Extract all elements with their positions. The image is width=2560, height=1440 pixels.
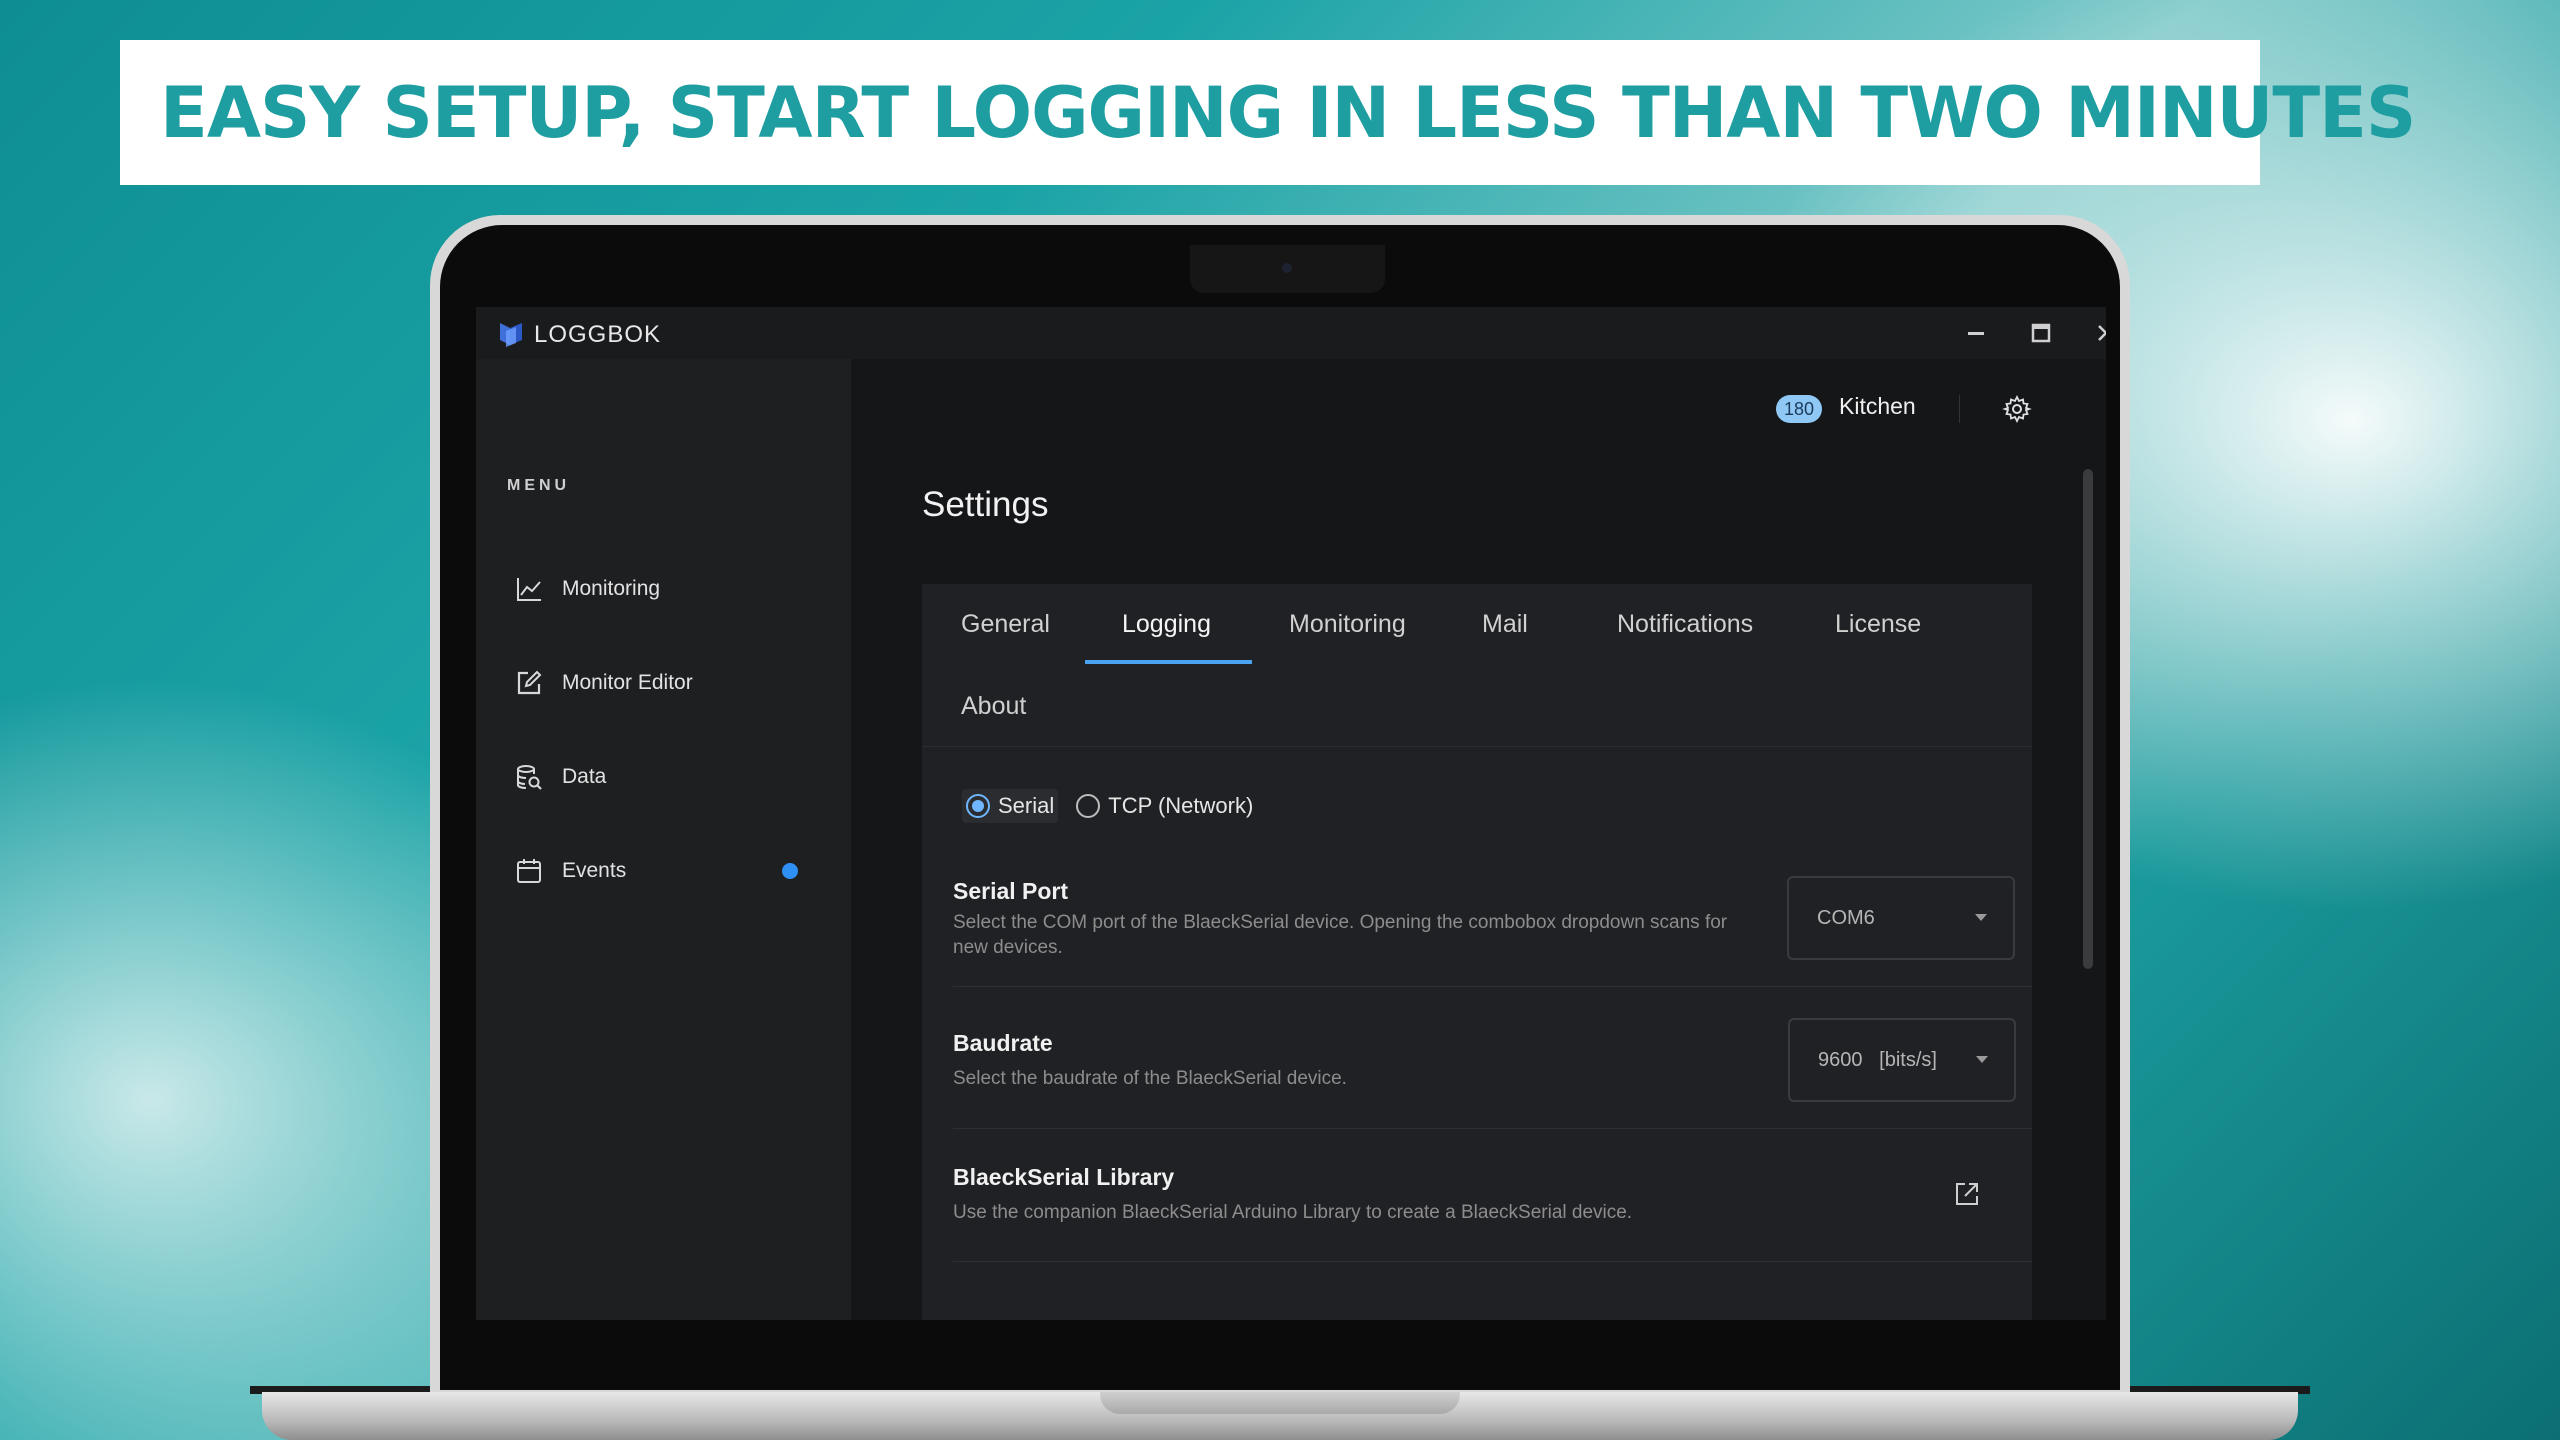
- maximize-icon[interactable]: [2021, 313, 2061, 353]
- data-search-icon: [517, 765, 542, 790]
- edit-icon: [517, 670, 542, 695]
- setting-title: BlaeckSerial Library: [953, 1164, 1175, 1190]
- setting-description: Select the COM port of the BlaeckSerial …: [953, 912, 1728, 958]
- settings-card: General Logging Monitoring Mail Notifica…: [922, 584, 2032, 1320]
- app-name: LOGGBOK: [534, 321, 662, 348]
- sidebar-item-monitor-editor[interactable]: Monitor Editor: [514, 663, 814, 703]
- calendar-icon: [517, 859, 541, 883]
- sidebar-item-label: Monitoring: [562, 577, 661, 600]
- sidebar-item-label: Monitor Editor: [562, 671, 693, 694]
- radio-label: Serial: [998, 793, 1055, 818]
- connection-type-radio-group: Serial TCP (Network): [962, 789, 1271, 823]
- page-title: Settings: [922, 485, 1049, 524]
- laptop-base: [262, 1392, 2298, 1440]
- user-name[interactable]: Kitchen: [1839, 393, 1916, 420]
- settings-tabs: General Logging Monitoring Mail Notifica…: [922, 584, 2032, 747]
- setting-description: Use the companion BlaeckSerial Arduino L…: [953, 1202, 1633, 1223]
- camera-notch: [1190, 245, 1385, 293]
- camera-icon: [1282, 263, 1292, 273]
- chevron-down-icon: [1975, 914, 1987, 921]
- menu-label: MENU: [507, 477, 571, 494]
- sidebar-item-label: Events: [562, 859, 627, 882]
- tab-mail[interactable]: Mail: [1482, 584, 1528, 664]
- loggbok-logo-icon: [500, 323, 522, 347]
- scrollbar[interactable]: [2083, 469, 2093, 969]
- tab-about[interactable]: About: [961, 666, 1026, 746]
- setting-description: Select the baudrate of the BlaeckSerial …: [953, 1068, 1347, 1089]
- minimize-icon[interactable]: [1956, 313, 1996, 353]
- tab-notifications[interactable]: Notifications: [1617, 584, 1753, 664]
- sidebar-item-data[interactable]: Data: [514, 757, 814, 797]
- topbar-divider: [1959, 395, 1960, 423]
- sidebar: MENU Monitoring Monitor Editor Data Even…: [476, 359, 851, 1320]
- laptop-lid: LOGGBOK MENU Monitoring Monitor Editor D…: [430, 215, 2130, 1400]
- baudrate-select[interactable]: 9600 [bits/s]: [1788, 1018, 2016, 1102]
- radio-label: TCP (Network): [1108, 793, 1254, 818]
- setting-blaeckserial-library[interactable]: BlaeckSerial Library Use the companion B…: [953, 1130, 2032, 1262]
- events-indicator-dot: [782, 863, 798, 879]
- headline-text: EASY SETUP, START LOGGING IN LESS THAN T…: [160, 71, 2416, 154]
- title-bar: LOGGBOK: [476, 307, 2106, 359]
- chevron-down-icon: [1976, 1056, 1988, 1063]
- user-badge: 180: [1776, 395, 1823, 423]
- sidebar-item-events[interactable]: Events: [514, 851, 814, 891]
- setting-title: Serial Port: [953, 878, 1069, 904]
- radio-button-selected[interactable]: [966, 794, 990, 818]
- external-link-icon[interactable]: [1953, 1180, 1981, 1208]
- gear-icon[interactable]: [2001, 393, 2033, 425]
- app-window: LOGGBOK MENU Monitoring Monitor Editor D…: [476, 307, 2106, 1320]
- main-content: 180 Kitchen Settings General Logging Mon…: [851, 359, 2106, 1320]
- setting-baudrate: Baudrate Select the baudrate of the Blae…: [953, 988, 2032, 1129]
- close-icon[interactable]: [2086, 313, 2106, 353]
- line-chart-icon: [517, 578, 541, 601]
- tab-license[interactable]: License: [1835, 584, 1921, 664]
- setting-title: Baudrate: [953, 1030, 1053, 1056]
- tab-general[interactable]: General: [961, 584, 1050, 664]
- laptop-base-notch: [1100, 1392, 1460, 1414]
- serial-port-select[interactable]: COM6: [1787, 876, 2015, 960]
- tab-logging[interactable]: Logging: [1122, 584, 1211, 664]
- radio-tcp-network[interactable]: TCP (Network): [1072, 789, 1257, 823]
- setting-serial-port: Serial Port Select the COM port of the B…: [953, 854, 2032, 987]
- sidebar-item-monitoring[interactable]: Monitoring: [514, 569, 814, 609]
- laptop-bezel: LOGGBOK MENU Monitoring Monitor Editor D…: [440, 225, 2120, 1390]
- active-tab-indicator: [1085, 660, 1252, 664]
- headline-banner: EASY SETUP, START LOGGING IN LESS THAN T…: [120, 40, 2416, 185]
- select-value: 9600 [bits/s]: [1818, 1048, 1937, 1071]
- tab-monitoring[interactable]: Monitoring: [1289, 584, 1406, 664]
- radio-button[interactable]: [1076, 794, 1101, 818]
- radio-serial[interactable]: Serial: [962, 789, 1059, 823]
- sidebar-item-label: Data: [562, 765, 607, 788]
- select-value: COM6: [1817, 906, 1875, 929]
